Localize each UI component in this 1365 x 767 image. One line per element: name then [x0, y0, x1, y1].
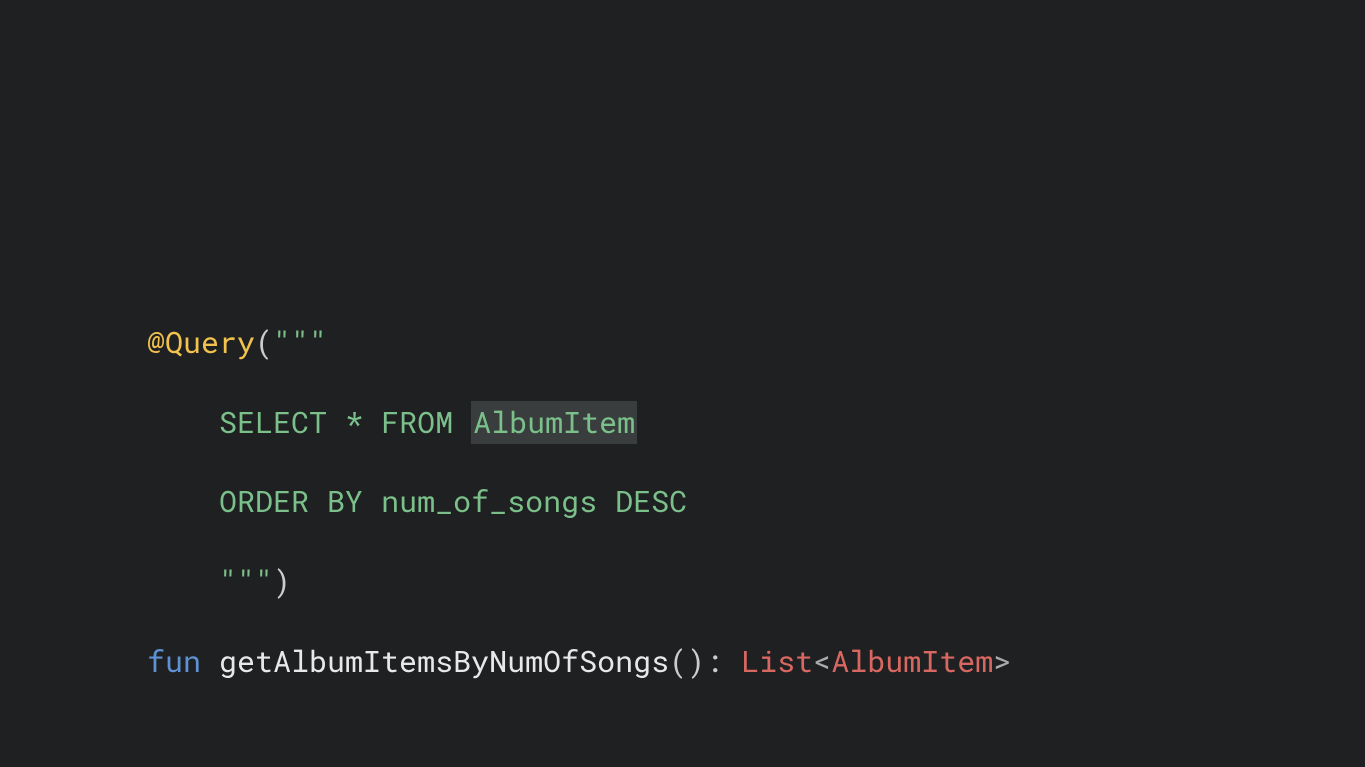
indent-token: [147, 403, 219, 442]
code-line-4: """): [147, 562, 1011, 602]
space-token: [597, 482, 615, 521]
close-angle-token: >: [993, 642, 1011, 681]
column-token: num_of_songs: [381, 482, 597, 521]
open-paren-token: (: [255, 323, 273, 362]
indent-token: [147, 482, 219, 521]
space-token: [453, 403, 471, 442]
open-angle-token: <: [813, 642, 831, 681]
code-line-3: ORDER BY num_of_songs DESC: [147, 482, 1011, 522]
highlighted-table-token: AlbumItem: [471, 401, 637, 444]
code-line-5: fun getAlbumItemsByNumOfSongs(): List<Al…: [147, 642, 1011, 682]
space-token: [327, 403, 345, 442]
code-line-2: SELECT * FROM AlbumItem: [147, 403, 1011, 443]
space-token: [363, 482, 381, 521]
orderby-keyword-token: ORDER BY: [219, 482, 363, 521]
space-token: [201, 642, 219, 681]
code-line-1: @Query(""": [147, 323, 1011, 363]
triple-quote-token: """: [219, 562, 273, 601]
colon-token: :: [705, 642, 723, 681]
triple-quote-token: """: [273, 323, 327, 362]
fun-keyword-token: fun: [147, 642, 201, 681]
from-keyword-token: FROM: [381, 403, 453, 442]
parens-token: (): [669, 642, 705, 681]
close-paren-token: ): [273, 562, 291, 601]
select-keyword-token: SELECT: [219, 403, 327, 442]
function-name-token: getAlbumItemsByNumOfSongs: [219, 642, 669, 681]
generic-type-token: AlbumItem: [831, 642, 993, 681]
code-block: @Query(""" SELECT * FROM AlbumItem ORDER…: [147, 283, 1011, 682]
return-type-token: List: [741, 642, 813, 681]
star-token: *: [345, 403, 363, 442]
annotation-token: @Query: [147, 323, 255, 362]
desc-keyword-token: DESC: [615, 482, 687, 521]
space-token: [363, 403, 381, 442]
space-token: [723, 642, 741, 681]
indent-token: [147, 562, 219, 601]
